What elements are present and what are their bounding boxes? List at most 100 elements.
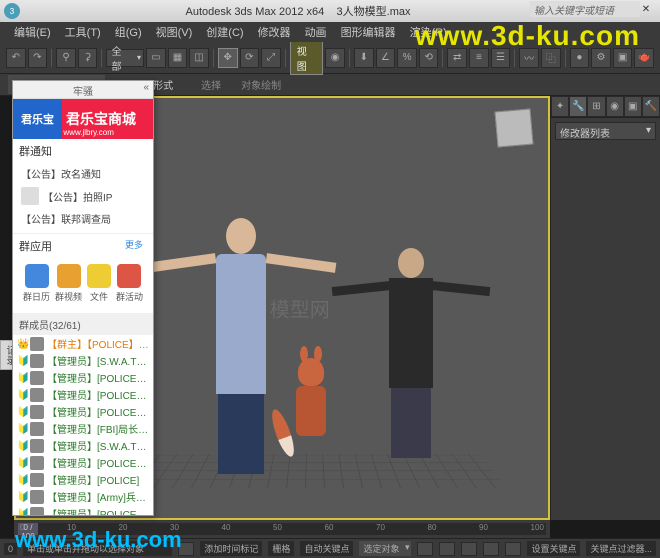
curve-editor-button[interactable]: 〰 xyxy=(519,48,539,68)
qq-group-panel: 牢骚 « 君乐宝 君乐宝商城 www.jlbry.com 群通知 【公告】改名通… xyxy=(12,80,154,516)
scale-button[interactable]: ⤢ xyxy=(261,48,281,68)
qq-app-file[interactable]: 文件 xyxy=(87,264,111,303)
menu-views[interactable]: 视图(V) xyxy=(150,22,199,42)
unlink-button[interactable]: ⚳ xyxy=(78,48,98,68)
file-icon xyxy=(87,264,111,288)
qq-member-item[interactable]: 🔰【管理员】[POLICE] 技... xyxy=(13,386,153,403)
activity-icon xyxy=(117,264,141,288)
key-filter-button[interactable]: 关键点过滤器... xyxy=(586,541,656,556)
menu-animation[interactable]: 动画 xyxy=(299,22,333,42)
material-button[interactable]: ● xyxy=(570,48,590,68)
mirror-button[interactable]: ⇄ xyxy=(447,48,467,68)
redo-button[interactable]: ↷ xyxy=(28,48,48,68)
key-target-dropdown[interactable]: 选定对象 xyxy=(359,541,411,556)
avatar-icon xyxy=(30,422,44,436)
utilities-tab[interactable]: 🔨 xyxy=(642,96,660,117)
select-region-button[interactable]: ◫ xyxy=(189,48,209,68)
qq-app-video[interactable]: 群视频 xyxy=(55,264,82,303)
auto-key-button[interactable]: 自动关键点 xyxy=(300,541,353,556)
menu-tools[interactable]: 工具(T) xyxy=(59,22,107,42)
character-fox[interactable] xyxy=(286,358,336,458)
create-tab[interactable]: ✦ xyxy=(551,96,569,117)
file-name: 3人物模型.max xyxy=(337,6,411,18)
titlebar: 3 Autodesk 3ds Max 2012 x64 3人物模型.max 输入… xyxy=(0,0,660,22)
render-button[interactable]: 🫖 xyxy=(634,48,654,68)
frame-input[interactable]: 0 xyxy=(4,543,17,555)
snap-button[interactable]: ⬇ xyxy=(354,48,374,68)
next-frame-button[interactable] xyxy=(483,542,499,556)
menu-graph-editors[interactable]: 图形编辑器 xyxy=(335,22,402,42)
lock-button[interactable] xyxy=(178,542,194,556)
menu-edit[interactable]: 编辑(E) xyxy=(8,22,57,42)
qq-apps-more-link[interactable]: 更多 xyxy=(125,238,147,258)
undo-button[interactable]: ↶ xyxy=(6,48,26,68)
layer-button[interactable]: ☰ xyxy=(491,48,511,68)
qq-member-item[interactable]: 🔰【管理员】[POLICE] 特... xyxy=(13,454,153,471)
admin-icon: 🔰 xyxy=(17,509,27,516)
move-button[interactable]: ✥ xyxy=(218,48,238,68)
goto-start-button[interactable] xyxy=(417,542,433,556)
angle-snap-button[interactable]: ∠ xyxy=(376,48,396,68)
qq-member-item[interactable]: 🔰【管理员】[POLICE] xyxy=(13,471,153,488)
qq-member-item[interactable]: 🔰【管理员】[S.W.A.T] B... xyxy=(13,437,153,454)
spinner-snap-button[interactable]: ⟲ xyxy=(419,48,439,68)
set-key-button[interactable]: 设置关键点 xyxy=(527,541,580,556)
qq-member-item[interactable]: 👑【群主】【POLICE】警察... xyxy=(13,335,153,352)
qq-app-calendar[interactable]: 群日历 xyxy=(23,264,50,303)
qq-member-item[interactable]: 🔰【管理员】[S.W.A.T] N... xyxy=(13,352,153,369)
qq-member-item[interactable]: 🔰【管理员】[FBI]局长-千... xyxy=(13,420,153,437)
ribbon-group-selection: 选择 xyxy=(201,77,221,92)
qq-member-item[interactable]: 🔰【管理员】[POLICE] 白... xyxy=(13,403,153,420)
timeline-track[interactable]: 0 / 100 0 10 20 30 40 50 60 70 80 90 100 xyxy=(18,523,546,535)
qq-banner-url: www.jlbry.com xyxy=(63,128,114,137)
play-button[interactable] xyxy=(461,542,477,556)
menu-rendering[interactable]: 渲染(R) xyxy=(404,22,453,42)
selection-filter-dropdown[interactable]: 全部 xyxy=(106,49,144,67)
qq-ad-banner[interactable]: 君乐宝 君乐宝商城 www.jlbry.com xyxy=(13,99,153,139)
time-tag-button[interactable]: 添加时间标记 xyxy=(200,541,262,556)
avatar-icon xyxy=(30,456,44,470)
percent-snap-button[interactable]: % xyxy=(397,48,417,68)
render-frame-button[interactable]: ▣ xyxy=(613,48,633,68)
qq-close-button[interactable]: « xyxy=(143,82,149,93)
select-button[interactable]: ▭ xyxy=(146,48,166,68)
help-search-input[interactable]: 输入关键字或短语 xyxy=(530,1,640,17)
hierarchy-tab[interactable]: ⊞ xyxy=(587,96,605,117)
menu-create[interactable]: 创建(C) xyxy=(200,22,249,42)
qq-notice-item[interactable]: 【公告】拍照IP xyxy=(19,184,147,208)
main-toolbar: ↶ ↷ ⚲ ⚳ 全部 ▭ ▦ ◫ ✥ ⟳ ⤢ 视图 ◉ ⬇ ∠ % ⟲ ⇄ ≡ … xyxy=(0,42,660,74)
timeline[interactable]: 0 / 100 0 10 20 30 40 50 60 70 80 90 100 xyxy=(14,520,550,538)
qq-app-activity[interactable]: 群活动 xyxy=(116,264,143,303)
avatar-icon xyxy=(30,439,44,453)
display-tab[interactable]: ▣ xyxy=(624,96,642,117)
qq-notice-item[interactable]: 【公告】改名通知 xyxy=(19,163,147,184)
app-logo-icon: 3 xyxy=(4,3,20,19)
render-setup-button[interactable]: ⚙ xyxy=(591,48,611,68)
pivot-button[interactable]: ◉ xyxy=(325,48,345,68)
align-button[interactable]: ≡ xyxy=(469,48,489,68)
link-button[interactable]: ⚲ xyxy=(56,48,76,68)
motion-tab[interactable]: ◉ xyxy=(606,96,624,117)
avatar-icon xyxy=(30,405,44,419)
reference-coord-dropdown[interactable]: 视图 xyxy=(290,41,324,75)
rotate-button[interactable]: ⟳ xyxy=(240,48,260,68)
qq-member-item[interactable]: 🔰【管理员】[POLICE] NP... xyxy=(13,505,153,515)
qq-member-item[interactable]: 🔰【管理员】[Army]兵种(18... xyxy=(13,488,153,505)
admin-icon: 🔰 xyxy=(17,373,27,383)
avatar-icon xyxy=(30,388,44,402)
prev-frame-button[interactable] xyxy=(439,542,455,556)
select-name-button[interactable]: ▦ xyxy=(168,48,188,68)
menu-group[interactable]: 组(G) xyxy=(109,22,148,42)
qq-banner-logo: 君乐宝 xyxy=(13,111,62,127)
menu-modifiers[interactable]: 修改器 xyxy=(252,22,297,42)
character-man[interactable] xyxy=(356,248,466,458)
modifier-list-dropdown[interactable]: 修改器列表 xyxy=(555,122,656,140)
qq-member-item[interactable]: 🔰【管理员】[POLICE] 调... xyxy=(13,369,153,386)
view-cube[interactable] xyxy=(494,108,533,147)
modify-tab[interactable]: 🔧 xyxy=(569,96,587,117)
qq-members-header[interactable]: 群成员(32/61) xyxy=(13,314,153,335)
schematic-button[interactable]: ⿻ xyxy=(541,48,561,68)
qq-notice-item[interactable]: 【公告】联邦调查局 xyxy=(19,208,147,229)
goto-end-button[interactable] xyxy=(505,542,521,556)
qq-member-list[interactable]: 👑【群主】【POLICE】警察... 🔰【管理员】[S.W.A.T] N... … xyxy=(13,335,153,515)
